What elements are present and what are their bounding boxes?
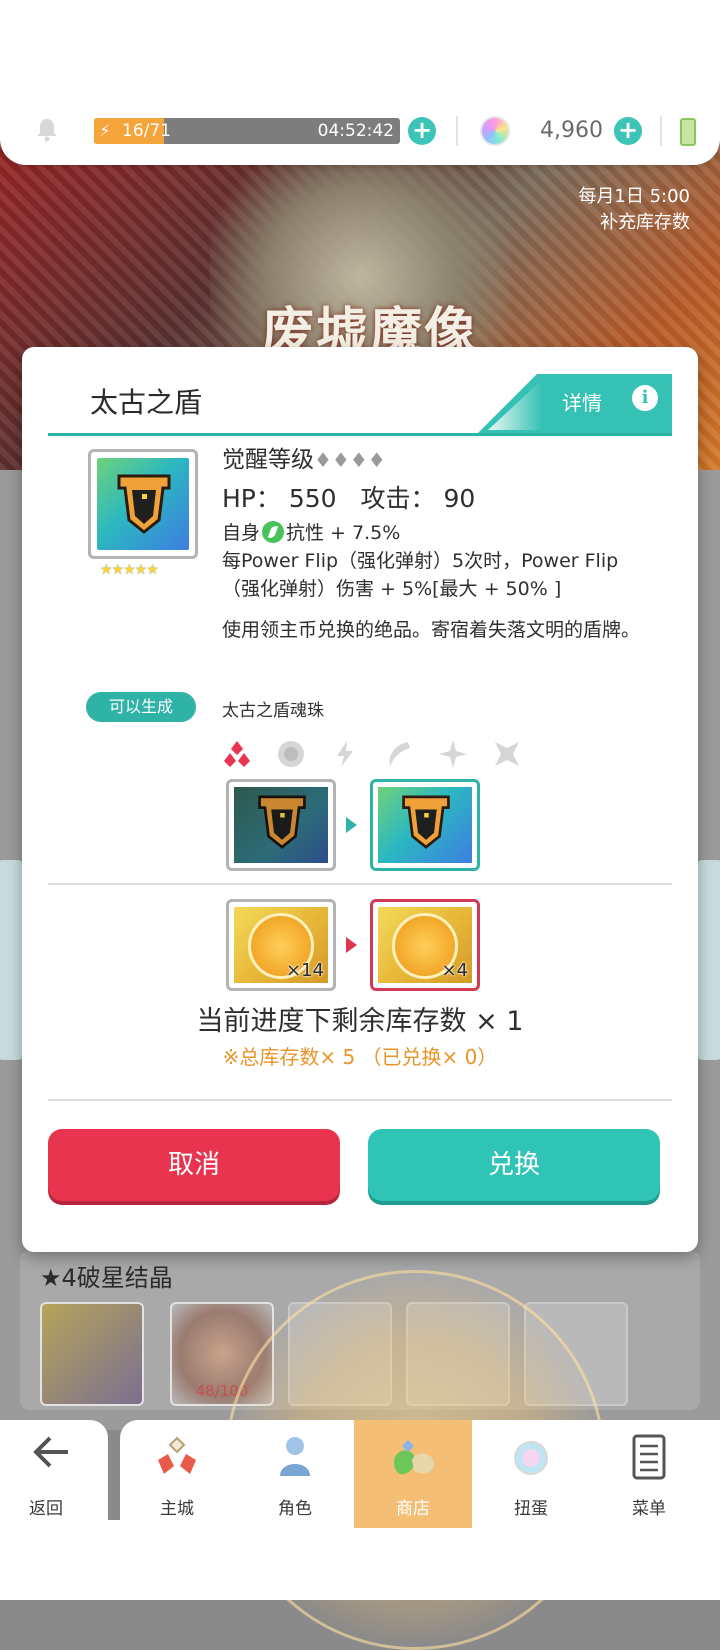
shop-bag-icon (394, 1440, 434, 1475)
back-label: 返回 (29, 1499, 63, 1519)
nav-item-town[interactable]: 主城 (118, 1420, 236, 1528)
awaken-label: 觉醒等级 (222, 447, 314, 473)
shield-icon (117, 474, 171, 534)
resist-effect: 自身 抗性 + 7.5% (222, 519, 642, 547)
refresh-desc: 补充库存数 (600, 212, 690, 233)
shield-icon (258, 795, 306, 849)
refresh-time: 每月1日 5:00 (578, 186, 690, 207)
owned-coin-qty: ×14 (286, 960, 324, 981)
battery-icon (680, 118, 696, 146)
current-form-frame (226, 779, 336, 871)
refresh-info: 每月1日 5:00 补充库存数 (578, 184, 690, 236)
star-section-title: ★4破星结晶 (40, 1264, 173, 1292)
effect-prefix: 自身 (222, 522, 261, 544)
energy-count: 16/71 (122, 121, 171, 141)
lightning-icon: ⚡ (99, 121, 111, 140)
generate-item-name: 太古之盾魂珠 (222, 701, 324, 721)
gacha-egg-icon (514, 1441, 548, 1475)
exchange-dialog: 太古之盾 详情 i ★★★★★ 觉醒等级♦♦♦♦ HP： 550 攻击： 90 自… (22, 347, 698, 1252)
total-stock-note: ※总库存数× 5 （已兑换× 0） (222, 1045, 498, 1069)
shield-item-art (378, 787, 472, 863)
nav-item-characters[interactable]: 角色 (236, 1420, 354, 1528)
item-title: 太古之盾 (90, 386, 203, 419)
base-stats: HP： 550 攻击： 90 (222, 479, 642, 519)
nav-label: 菜单 (632, 1499, 666, 1519)
lord-coin-art: ×14 (234, 907, 328, 983)
star-crystal-slot[interactable] (40, 1302, 144, 1406)
remaining-stock: 当前进度下剩余库存数 × 1 (196, 1006, 524, 1037)
atk-label: 攻击： (360, 484, 436, 513)
bell-icon[interactable] (34, 116, 60, 142)
rarity-stars: ★★★★★ (100, 562, 159, 578)
menu-list-icon (632, 1434, 666, 1480)
gem-icon (480, 116, 510, 146)
fire-element-icon (224, 741, 250, 767)
nav-label: 主城 (160, 1499, 194, 1519)
shield-icon (402, 795, 450, 849)
divider (660, 116, 662, 146)
energy-bar: ⚡ 16/71 04:52:42 (94, 118, 400, 144)
item-stats: 觉醒等级♦♦♦♦ HP： 550 攻击： 90 自身 抗性 + 7.5% 每Powe… (222, 443, 642, 645)
nav-label: 扭蛋 (514, 1499, 548, 1519)
info-icon[interactable]: i (632, 385, 658, 411)
shield-item-art (97, 458, 189, 550)
element-icons (222, 739, 522, 771)
arrow-right-icon (346, 937, 357, 953)
add-energy-button[interactable]: + (408, 117, 436, 145)
required-coins-frame: ×4 (370, 899, 480, 991)
owned-coins-frame: ×14 (226, 899, 336, 991)
back-arrow-icon (33, 1436, 68, 1468)
awaken-level: 觉醒等级♦♦♦♦ (222, 443, 642, 477)
title-divider (48, 433, 672, 436)
town-icon (158, 1436, 196, 1474)
cancel-button[interactable]: 取消 (48, 1129, 340, 1201)
effect-text: 抗性 + 7.5% (286, 522, 401, 544)
hp-value: 550 (288, 484, 337, 513)
wood-element-outline-icon (389, 742, 410, 766)
nav-item-gacha[interactable]: 扭蛋 (472, 1420, 590, 1528)
nav-footer (0, 1520, 720, 1600)
generate-badge: 可以生成 (86, 692, 196, 722)
nav-label: 角色 (278, 1499, 312, 1519)
shield-item-art (234, 787, 328, 863)
add-gems-button[interactable]: + (614, 117, 642, 145)
thunder-element-icon (337, 741, 353, 767)
nav-item-menu[interactable]: 菜单 (590, 1420, 708, 1528)
detail-label[interactable]: 详情 (562, 387, 602, 416)
flavor-text: 使用领主币兑换的绝品。寄宿着失落文明的盾牌。 (222, 619, 641, 641)
evolved-form-frame (370, 779, 480, 871)
hp-label: HP： (222, 484, 281, 513)
status-bar: ⚡ 16/71 04:52:42 + 4,960 + (0, 0, 720, 165)
required-coin-qty: ×4 (441, 960, 468, 981)
section-divider (48, 883, 672, 885)
awaken-gems: ♦♦♦♦ (314, 448, 386, 472)
character-icon (280, 1437, 310, 1476)
dark-element-icon (495, 742, 519, 766)
wood-element-icon (262, 521, 285, 543)
nav-item-shop[interactable]: 商店 (354, 1420, 472, 1528)
arrow-right-icon (346, 817, 357, 833)
atk-value: 90 (443, 484, 476, 513)
gem-count: 4,960 (540, 118, 603, 143)
divider (456, 116, 458, 146)
light-element-icon (439, 740, 467, 768)
back-button[interactable]: 返回 (0, 1420, 108, 1528)
exchange-button[interactable]: 兑换 (368, 1129, 660, 1201)
section-divider (48, 1099, 672, 1101)
lord-coin-art: ×4 (378, 907, 472, 983)
nav-label: 商店 (396, 1499, 430, 1519)
water-element-icon (278, 741, 304, 767)
energy-timer: 04:52:42 (317, 121, 394, 141)
skill-description: 每Power Flip（强化弹射）5次时，Power Flip（强化弹射）伤害 … (222, 550, 619, 600)
item-icon-frame (88, 449, 198, 559)
